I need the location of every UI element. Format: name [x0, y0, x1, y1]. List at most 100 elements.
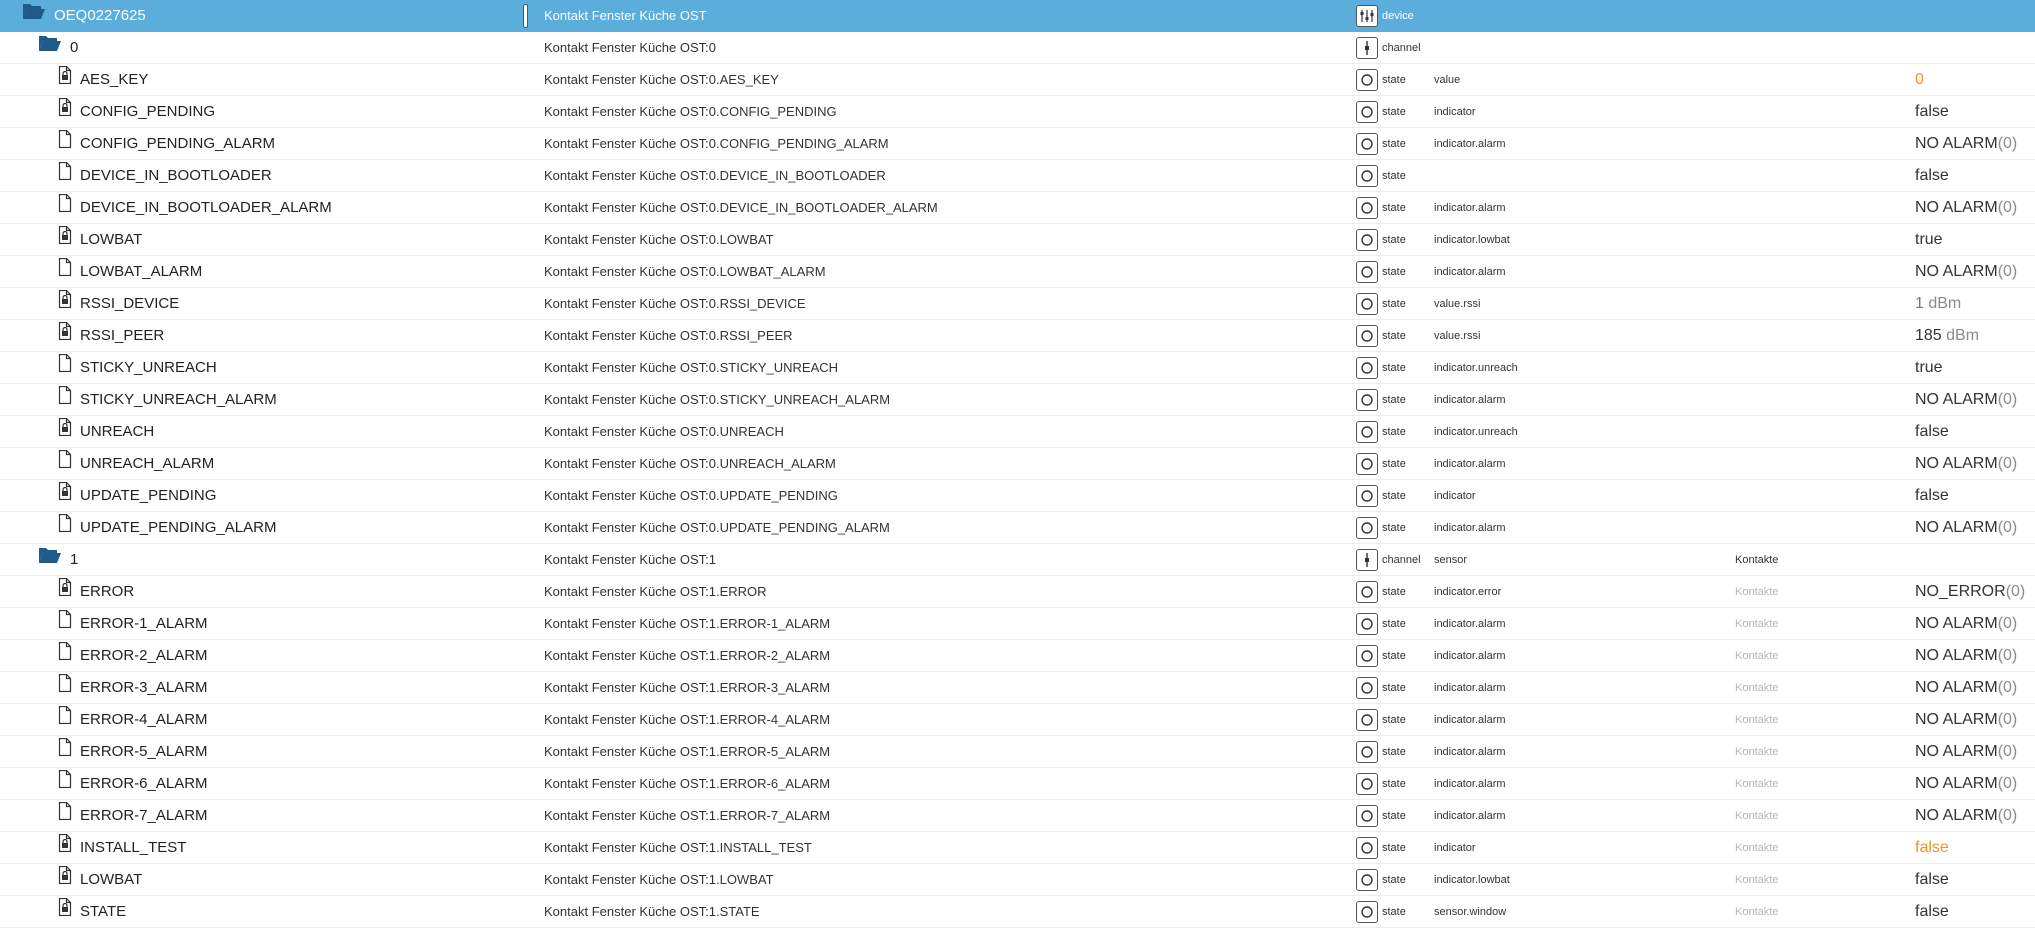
channel-row[interactable]: 0 Kontakt Fenster Küche OST:0 channel	[0, 32, 2035, 64]
object-value[interactable]: NO ALARM(0)	[1915, 640, 2017, 672]
state-row[interactable]: STICKY_UNREACH Kontakt Fenster Küche OST:…	[0, 352, 2035, 384]
state-row[interactable]: DEVICE_IN_BOOTLOADER_ALARM Kontakt Fenste…	[0, 192, 2035, 224]
object-name: Kontakt Fenster Küche OST:1.ERROR	[544, 584, 767, 599]
object-room: Kontakte	[1735, 842, 1779, 854]
state-row[interactable]: UPDATE_PENDING Kontakt Fenster Küche OST:…	[0, 480, 2035, 512]
object-value[interactable]: NO_ERROR(0)	[1915, 576, 2025, 608]
state-row[interactable]: UPDATE_PENDING_ALARM Kontakt Fenster Küch…	[0, 512, 2035, 544]
object-value[interactable]: NO ALARM(0)	[1915, 512, 2017, 544]
id-cell: ERROR-3_ALARM	[0, 672, 520, 704]
value-text: NO ALARM	[1915, 647, 1998, 664]
object-value[interactable]: 185 dBm	[1915, 320, 1979, 352]
folder-open-icon[interactable]	[38, 544, 62, 576]
object-id: INSTALL_TEST	[80, 839, 187, 856]
channel-row[interactable]: 1 Kontakt Fenster Küche OST:1 channel senso…	[0, 544, 2035, 576]
object-value[interactable]: NO ALARM(0)	[1915, 736, 2017, 768]
object-value[interactable]: NO ALARM(0)	[1915, 800, 2017, 832]
state-row[interactable]: ERROR-4_ALARM Kontakt Fenster Küche OST:1…	[0, 704, 2035, 736]
object-room: Kontakte	[1735, 554, 1779, 566]
object-value[interactable]: NO ALARM(0)	[1915, 672, 2017, 704]
object-id: 1	[70, 551, 79, 568]
object-value[interactable]: NO ALARM(0)	[1915, 448, 2017, 480]
state-icon	[1356, 869, 1378, 891]
state-row[interactable]: ERROR-6_ALARM Kontakt Fenster Küche OST:1…	[0, 768, 2035, 800]
object-role: indicator.alarm	[1434, 202, 1506, 214]
state-row[interactable]: ERROR Kontakt Fenster Küche OST:1.ERROR st…	[0, 576, 2035, 608]
state-icon	[1356, 805, 1378, 827]
object-role: indicator.alarm	[1434, 138, 1506, 150]
state-icon	[1356, 133, 1378, 155]
object-value[interactable]: 1 dBm	[1915, 288, 1961, 320]
state-row[interactable]: LOWBAT_ALARM Kontakt Fenster Küche OST:0.…	[0, 256, 2035, 288]
file-icon	[58, 256, 72, 288]
object-value[interactable]: false	[1915, 480, 1949, 512]
state-row[interactable]: STICKY_UNREACH_ALARM Kontakt Fenster Küch…	[0, 384, 2035, 416]
object-value[interactable]: false	[1915, 864, 1949, 896]
state-row[interactable]: RSSI_DEVICE Kontakt Fenster Küche OST:0.R…	[0, 288, 2035, 320]
object-value[interactable]: NO ALARM(0)	[1915, 384, 2017, 416]
value-text: NO_ERROR	[1915, 583, 2006, 600]
id-cell: UNREACH	[0, 416, 520, 448]
state-row[interactable]: LOWBAT Kontakt Fenster Küche OST:0.LOWBAT…	[0, 224, 2035, 256]
state-row[interactable]: ERROR-7_ALARM Kontakt Fenster Küche OST:1…	[0, 800, 2035, 832]
object-value[interactable]: false	[1915, 416, 1949, 448]
state-row[interactable]: DEVICE_IN_BOOTLOADER Kontakt Fenster Küch…	[0, 160, 2035, 192]
folder-open-icon[interactable]	[38, 32, 62, 64]
object-value[interactable]: 0	[1915, 64, 1924, 96]
id-cell: STICKY_UNREACH_ALARM	[0, 384, 520, 416]
state-icon	[1356, 165, 1378, 187]
state-icon	[1356, 773, 1378, 795]
state-row[interactable]: UNREACH_ALARM Kontakt Fenster Küche OST:0…	[0, 448, 2035, 480]
object-value[interactable]: false	[1915, 160, 1949, 192]
object-id: CONFIG_PENDING	[80, 103, 216, 120]
id-cell: ERROR-1_ALARM	[0, 608, 520, 640]
value-text: true	[1915, 359, 1943, 376]
column-resize-handle[interactable]	[523, 4, 528, 28]
state-row[interactable]: CONFIG_PENDING_ALARM Kontakt Fenster Küch…	[0, 128, 2035, 160]
id-cell: 0	[0, 32, 520, 64]
object-value[interactable]: NO ALARM(0)	[1915, 128, 2017, 160]
object-value[interactable]: NO ALARM(0)	[1915, 608, 2017, 640]
object-id: RSSI_DEVICE	[80, 295, 180, 312]
folder-open-icon[interactable]	[22, 0, 46, 32]
object-role: indicator.alarm	[1434, 746, 1506, 758]
object-value[interactable]: NO ALARM(0)	[1915, 768, 2017, 800]
object-value[interactable]: NO ALARM(0)	[1915, 192, 2017, 224]
device-row[interactable]: OEQ0227625 Kontakt Fenster Küche OST devic…	[0, 0, 2035, 32]
object-name: Kontakt Fenster Küche OST:1.STATE	[544, 904, 760, 919]
state-row[interactable]: ERROR-5_ALARM Kontakt Fenster Küche OST:1…	[0, 736, 2035, 768]
object-name: Kontakt Fenster Küche OST:0.UPDATE_PENDI…	[544, 520, 890, 535]
scroll-area-hint	[0, 934, 2035, 940]
object-value[interactable]: false	[1915, 896, 1949, 928]
state-row[interactable]: RSSI_PEER Kontakt Fenster Küche OST:0.RSS…	[0, 320, 2035, 352]
state-row[interactable]: ERROR-1_ALARM Kontakt Fenster Küche OST:1…	[0, 608, 2035, 640]
id-cell: ERROR-7_ALARM	[0, 800, 520, 832]
value-text: NO ALARM	[1915, 743, 1998, 760]
file-icon	[58, 768, 72, 800]
state-row[interactable]: UNREACH Kontakt Fenster Küche OST:0.UNREA…	[0, 416, 2035, 448]
object-name: Kontakt Fenster Küche OST:1.ERROR-3_ALAR…	[544, 680, 831, 695]
object-type: state	[1382, 138, 1406, 150]
object-id: STICKY_UNREACH_ALARM	[80, 391, 277, 408]
state-row[interactable]: CONFIG_PENDING Kontakt Fenster Küche OST:…	[0, 96, 2035, 128]
id-cell: AES_KEY	[0, 64, 520, 96]
value-text: NO ALARM	[1915, 679, 1998, 696]
state-row[interactable]: ERROR-3_ALARM Kontakt Fenster Küche OST:1…	[0, 672, 2035, 704]
object-value[interactable]: NO ALARM(0)	[1915, 256, 2017, 288]
object-value[interactable]: NO ALARM(0)	[1915, 704, 2017, 736]
state-icon	[1356, 69, 1378, 91]
value-text: 1	[1915, 295, 1924, 312]
state-row[interactable]: ERROR-2_ALARM Kontakt Fenster Küche OST:1…	[0, 640, 2035, 672]
value-text: false	[1915, 103, 1949, 120]
state-row[interactable]: AES_KEY Kontakt Fenster Küche OST:0.AES_K…	[0, 64, 2035, 96]
state-row[interactable]: INSTALL_TEST Kontakt Fenster Küche OST:1.…	[0, 832, 2035, 864]
object-role: indicator.unreach	[1434, 362, 1518, 374]
object-value[interactable]: true	[1915, 224, 1943, 256]
value-text: false	[1915, 903, 1949, 920]
object-value[interactable]: false	[1915, 96, 1949, 128]
state-row[interactable]: STATE Kontakt Fenster Küche OST:1.STATE st…	[0, 896, 2035, 928]
state-row[interactable]: LOWBAT Kontakt Fenster Küche OST:1.LOWBAT…	[0, 864, 2035, 896]
file-lock-icon	[58, 896, 72, 928]
object-value[interactable]: true	[1915, 352, 1943, 384]
object-value[interactable]: false	[1915, 832, 1949, 864]
